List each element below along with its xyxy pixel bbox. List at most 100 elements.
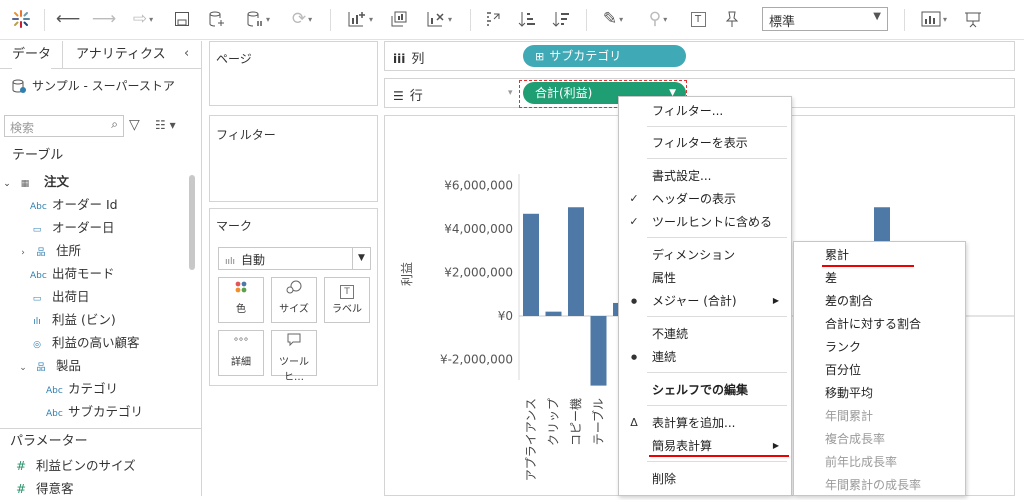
label-icon: T xyxy=(325,278,369,300)
replay-icon[interactable]: ⇨ ▾ xyxy=(126,6,160,32)
menu-separator xyxy=(647,461,787,462)
x-axis-label: アプライアンス xyxy=(524,398,538,481)
tab-data[interactable]: データ xyxy=(12,41,52,69)
undo-icon[interactable]: ⟵ xyxy=(54,6,82,32)
parameter-top-customers[interactable]: # 得意客 xyxy=(14,478,74,500)
datasource-item[interactable]: サンプル - スーパーストア xyxy=(12,77,175,94)
fields-scrollbar[interactable] xyxy=(189,175,195,270)
field-ship-date[interactable]: ▭ 出荷日 xyxy=(30,286,90,308)
pages-card[interactable]: ページ xyxy=(209,41,378,106)
hierarchy-icon: 品 xyxy=(36,248,46,258)
menu-discrete[interactable]: 不連続 xyxy=(619,323,791,345)
duplicate-sheet-icon[interactable] xyxy=(386,6,412,32)
detail-button[interactable]: °°° 詳細 xyxy=(218,330,264,376)
size-button[interactable]: サイズ xyxy=(271,277,317,323)
show-me-icon[interactable]: ▾ xyxy=(914,6,954,32)
columns-pill-subcategory[interactable]: ⊞ サブカテゴリ xyxy=(523,45,686,67)
field-address[interactable]: › 品住所 xyxy=(16,240,81,262)
show-mark-labels-icon[interactable]: T xyxy=(686,6,710,32)
presentation-mode-icon[interactable] xyxy=(960,6,986,32)
bar[interactable] xyxy=(568,207,584,316)
menu-separator xyxy=(647,372,787,373)
save-icon[interactable] xyxy=(170,6,194,32)
y-tick-label: ¥2,000,000 xyxy=(444,266,513,280)
menu-attribute[interactable]: 属性 xyxy=(619,267,791,289)
menu-remove[interactable]: 削除 xyxy=(619,468,791,490)
swap-rows-columns-icon[interactable] xyxy=(480,6,506,32)
menu-add-table-calculation[interactable]: Δ 表計算を追加... xyxy=(619,412,791,434)
redo-icon[interactable]: ⟶ xyxy=(90,6,118,32)
clear-sheet-icon[interactable]: ▾ xyxy=(418,6,460,32)
tooltip-button[interactable]: ツールヒ… xyxy=(271,330,317,383)
fit-select[interactable]: 標準 ▼ xyxy=(762,7,888,31)
chevron-down-icon: ▼ xyxy=(352,248,370,269)
y-tick-label: ¥4,000,000 xyxy=(444,222,513,236)
pages-title: ページ xyxy=(216,52,252,66)
size-icon xyxy=(272,278,316,300)
mark-type-select[interactable]: ıılı 自動 ▼ xyxy=(218,247,371,270)
menu-filter[interactable]: フィルター... xyxy=(619,100,791,122)
tableau-logo-icon[interactable] xyxy=(8,6,34,32)
pause-updates-icon[interactable]: ▾ xyxy=(240,6,276,32)
menu-include-in-tooltip[interactable]: ✓ ツールヒントに含める xyxy=(619,211,791,233)
bar[interactable] xyxy=(590,316,607,386)
columns-shelf[interactable]: iii 列 ⊞ サブカテゴリ xyxy=(384,41,1015,71)
data-pane: データ アナリティクス ‹ サンプル - スーパーストア 検索 ⌕ ▽ ☷ ▾ … xyxy=(0,41,202,496)
submenu-difference[interactable]: 差 xyxy=(794,267,965,289)
filters-card[interactable]: フィルター xyxy=(209,115,378,202)
submenu-percentile[interactable]: 百分位 xyxy=(794,359,965,381)
menu-show-filter[interactable]: フィルターを表示 xyxy=(619,132,791,154)
field-table-orders[interactable]: ⌄ ▦ 注文 xyxy=(0,171,69,193)
menu-format[interactable]: 書式設定... xyxy=(619,165,791,187)
toolbar: ⟵ ⟶ ⇨ ▾ ▾ ⟳ ▾ ▾ ▾ ✎ ▾ ⚲ ▾ T 標準 ▼ ▾ xyxy=(0,0,1024,40)
view-options-icon[interactable]: ☷ ▾ xyxy=(155,118,176,132)
field-category[interactable]: Abc カテゴリ xyxy=(46,378,118,400)
field-search-input[interactable]: 検索 ⌕ xyxy=(4,115,124,137)
toolbar-separator xyxy=(904,9,905,31)
hierarchy-icon: 品 xyxy=(36,363,46,373)
submenu-percent-difference[interactable]: 差の割合 xyxy=(794,290,965,312)
new-worksheet-icon[interactable]: ▾ xyxy=(340,6,380,32)
delta-icon: Δ xyxy=(630,416,638,429)
submenu-running-total[interactable]: 累計 xyxy=(794,244,965,266)
menu-continuous[interactable]: ● 連続 xyxy=(619,346,791,368)
field-order-id[interactable]: Abc オーダー Id xyxy=(30,194,118,216)
bar[interactable] xyxy=(545,311,562,316)
refresh-icon[interactable]: ⟳ ▾ xyxy=(284,6,320,32)
submenu-percent-of-total[interactable]: 合計に対する割合 xyxy=(794,313,965,335)
chevron-down-icon: ▼ xyxy=(873,11,881,22)
filter-fields-icon[interactable]: ▽ xyxy=(129,117,140,133)
parameter-profit-bin-size[interactable]: # 利益ビンのサイズ xyxy=(14,455,136,477)
field-high-profit-customers[interactable]: ◎ 利益の高い顧客 xyxy=(30,332,139,354)
tab-analytics[interactable]: アナリティクス xyxy=(76,41,166,69)
field-ship-mode[interactable]: Abc 出荷モード xyxy=(30,263,115,285)
field-product[interactable]: ⌄ 品製品 xyxy=(16,355,81,377)
field-subcategory[interactable]: Abc サブカテゴリ xyxy=(46,401,143,423)
color-button[interactable]: 色 xyxy=(218,277,264,323)
menu-quick-table-calculation[interactable]: 簡易表計算 ▶ xyxy=(619,435,791,457)
search-placeholder: 検索 xyxy=(10,121,35,135)
collapse-pane-icon[interactable]: ‹ xyxy=(184,46,189,61)
toolbar-separator xyxy=(44,9,45,31)
highlight-icon[interactable]: ✎ ▾ xyxy=(596,6,630,32)
field-profit-bin[interactable]: ılı 利益 (ビン) xyxy=(30,309,116,331)
parameters-section: パラメーター xyxy=(0,428,202,454)
sort-ascending-icon[interactable] xyxy=(514,6,540,32)
bullet-icon: ● xyxy=(630,297,638,305)
menu-measure-sum[interactable]: ● メジャー (合計) ▶ xyxy=(619,290,791,312)
menu-dimension[interactable]: ディメンション xyxy=(619,244,791,266)
tab-divider xyxy=(62,41,63,69)
field-order-date[interactable]: ▭ オーダー日 xyxy=(30,217,115,239)
menu-edit-in-shelf[interactable]: シェルフでの編集 xyxy=(619,379,791,401)
fix-axes-pin-icon[interactable] xyxy=(720,6,744,32)
sort-descending-icon[interactable] xyxy=(548,6,574,32)
columns-shelf-label: iii 列 xyxy=(393,52,425,67)
bar[interactable] xyxy=(523,213,539,316)
menu-show-header[interactable]: ✓ ヘッダーの表示 xyxy=(619,188,791,210)
submenu-rank[interactable]: ランク xyxy=(794,336,965,358)
new-datasource-icon[interactable] xyxy=(204,6,230,32)
y-tick-label: ¥0 xyxy=(498,309,513,323)
group-members-icon[interactable]: ⚲ ▾ xyxy=(640,6,676,32)
submenu-moving-average[interactable]: 移動平均 xyxy=(794,382,965,404)
label-button[interactable]: T ラベル xyxy=(324,277,370,323)
